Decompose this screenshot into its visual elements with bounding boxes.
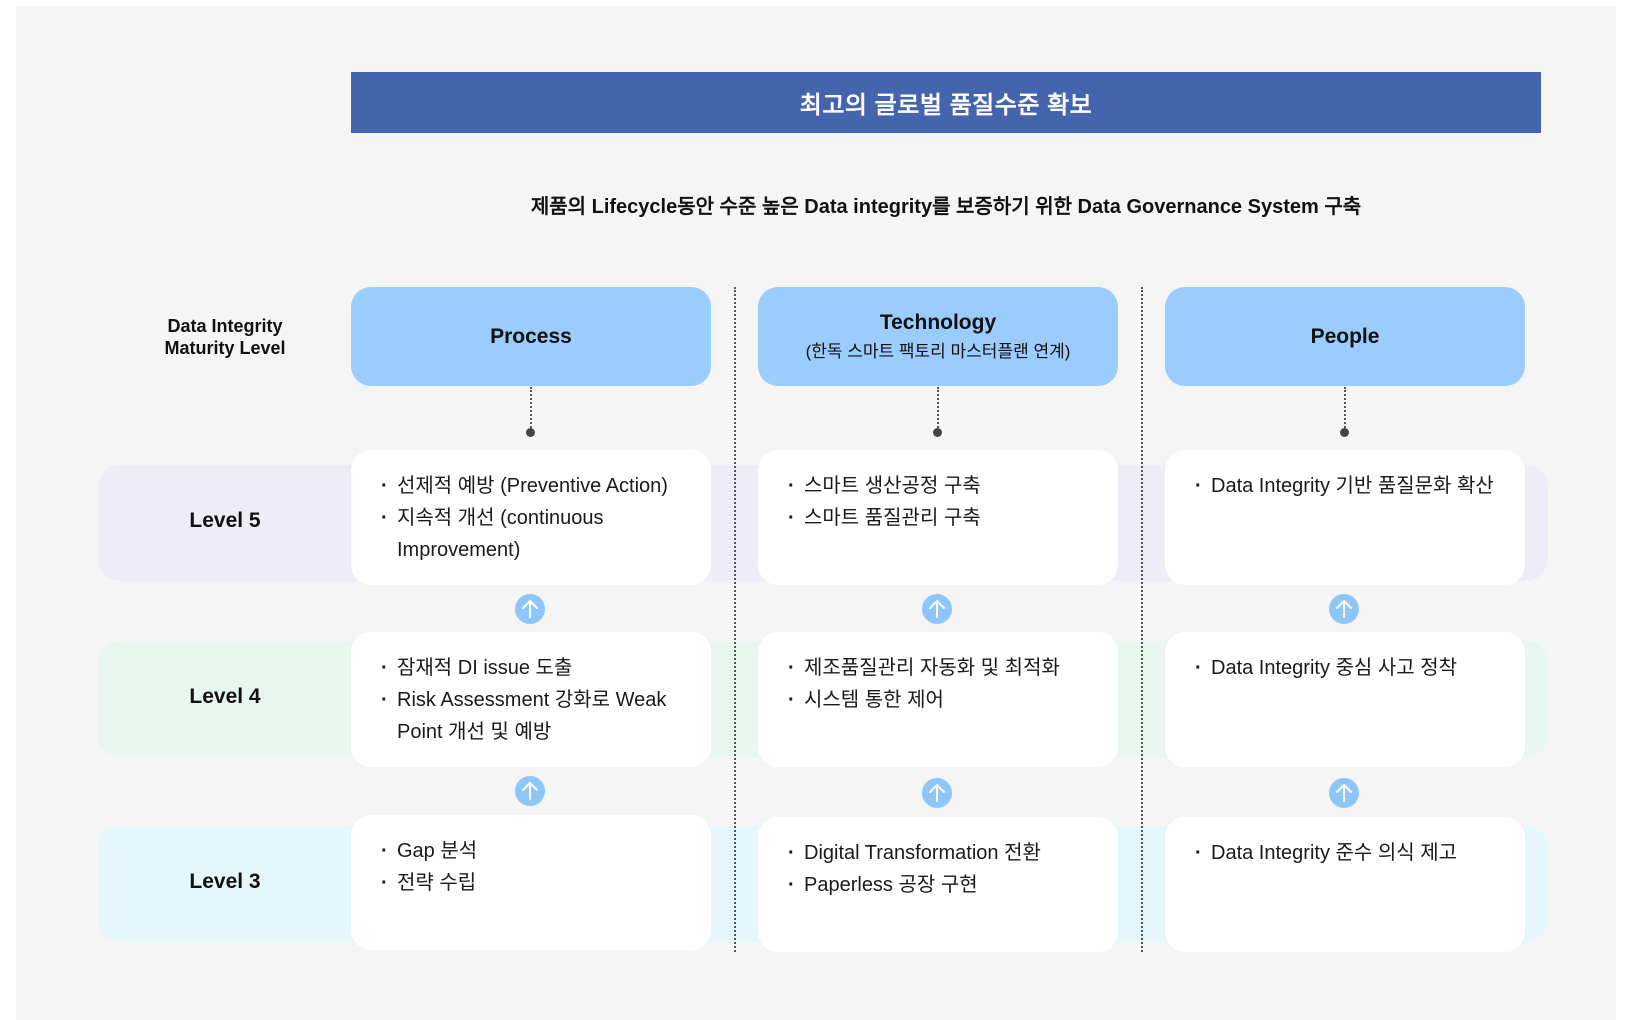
connector-line: [530, 387, 532, 431]
column-divider: [734, 287, 736, 952]
arrow-up-circle-icon: [1329, 778, 1359, 808]
column-title: People: [1310, 324, 1380, 348]
maturity-label-line-2: Maturity Level: [164, 338, 286, 358]
list-item: Data Integrity 준수 의식 제고: [1195, 837, 1505, 869]
maturity-level-label: Data Integrity Maturity Level: [110, 315, 340, 359]
cell-technology-level-3: Digital Transformation 전환 Paperless 공장 구…: [758, 817, 1118, 952]
goal-subtitle: 제품의 Lifecycle동안 수준 높은 Data integrity를 보증…: [530, 196, 1362, 218]
list-item: 시스템 통한 제어: [788, 684, 1098, 716]
cell-people-level-3: Data Integrity 준수 의식 제고: [1165, 817, 1525, 952]
column-header-technology: Technology (한독 스마트 팩토리 마스터플랜 연계): [758, 287, 1118, 386]
list-item: 스마트 생산공정 구축: [788, 470, 1098, 502]
list-item: 전략 수립: [381, 867, 691, 899]
list-item: Data Integrity 중심 사고 정착: [1195, 652, 1505, 684]
list-item: Gap 분석: [381, 835, 691, 867]
arrow-up-circle-icon: [515, 594, 545, 624]
list-item: 지속적 개선 (continuous Improvement): [381, 502, 691, 566]
column-header-people: People: [1165, 287, 1525, 386]
cell-process-level-3: Gap 분석 전략 수립: [351, 815, 711, 950]
cell-people-level-5: Data Integrity 기반 품질문화 확산: [1165, 450, 1525, 585]
list-item: 스마트 품질관리 구축: [788, 502, 1098, 534]
connector-line: [1344, 387, 1346, 431]
arrow-up-circle-icon: [922, 778, 952, 808]
goal-banner: 최고의 글로벌 품질수준 확보: [351, 72, 1541, 133]
column-header-process: Process: [351, 287, 711, 386]
arrow-up-circle-icon: [922, 594, 952, 624]
column-divider: [1141, 287, 1143, 952]
connector-dot: [1340, 428, 1349, 437]
list-item: 잠재적 DI issue 도출: [381, 652, 691, 684]
connector-line: [937, 387, 939, 431]
connector-dot: [933, 428, 942, 437]
cell-process-level-5: 선제적 예방 (Preventive Action) 지속적 개선 (conti…: [351, 450, 711, 585]
level-3-label: Level 3: [189, 870, 261, 893]
list-item: Risk Assessment 강화로 Weak Point 개선 및 예방: [381, 684, 691, 748]
list-item: Digital Transformation 전환: [788, 837, 1098, 869]
connector-dot: [526, 428, 535, 437]
list-item: Data Integrity 기반 품질문화 확산: [1195, 470, 1505, 502]
cell-technology-level-4: 제조품질관리 자동화 및 최적화 시스템 통한 제어: [758, 632, 1118, 767]
arrow-up-circle-icon: [515, 776, 545, 806]
list-item: 제조품질관리 자동화 및 최적화: [788, 652, 1098, 684]
cell-technology-level-5: 스마트 생산공정 구축 스마트 품질관리 구축: [758, 450, 1118, 585]
level-4-label: Level 4: [189, 685, 261, 708]
maturity-label-line-1: Data Integrity: [167, 316, 283, 336]
column-title: Technology: [879, 311, 997, 334]
level-5-label: Level 5: [189, 509, 261, 532]
column-title: Process: [490, 324, 572, 348]
column-subtitle: (한독 스마트 팩토리 마스터플랜 연계): [805, 342, 1071, 361]
arrow-up-circle-icon: [1329, 594, 1359, 624]
cell-people-level-4: Data Integrity 중심 사고 정착: [1165, 632, 1525, 767]
list-item: Paperless 공장 구현: [788, 869, 1098, 901]
list-item: 선제적 예방 (Preventive Action): [381, 470, 691, 502]
cell-process-level-4: 잠재적 DI issue 도출 Risk Assessment 강화로 Weak…: [351, 632, 711, 767]
